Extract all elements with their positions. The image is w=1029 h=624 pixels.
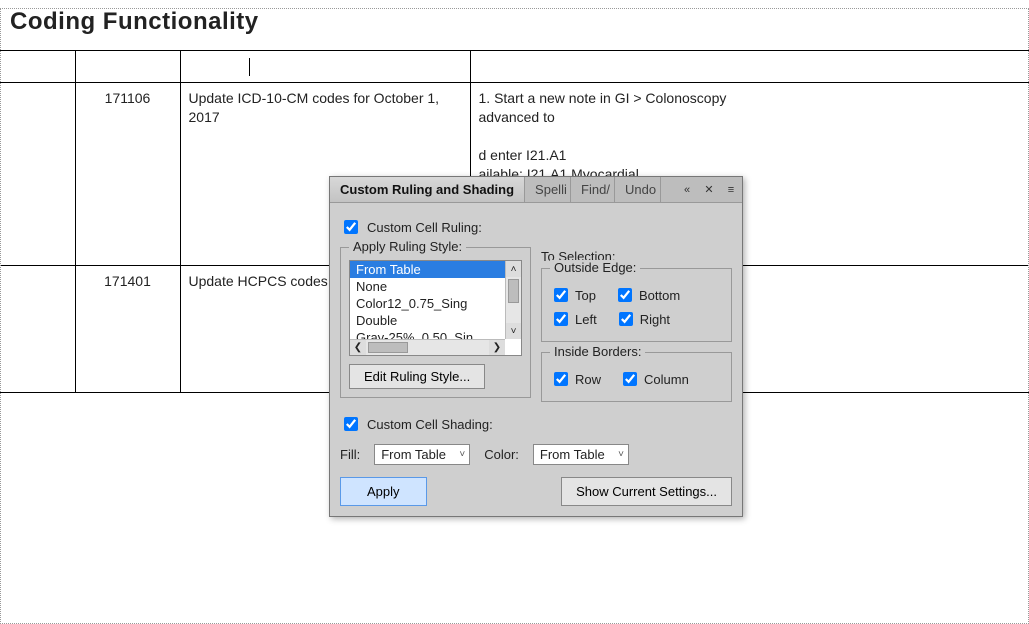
outside-edge-label: Outside Edge: [550,260,640,275]
tab-custom-ruling[interactable]: Custom Ruling and Shading [330,177,525,202]
custom-cell-ruling-check[interactable] [344,220,358,234]
scroll-right-icon[interactable]: ❯ [489,340,505,355]
tab-find[interactable]: Find/ [571,177,615,202]
list-item[interactable]: Double [350,312,521,329]
tab-undo[interactable]: Undo [615,177,661,202]
custom-ruling-shading-dialog: Custom Ruling and Shading Spelli Find/ U… [329,176,743,517]
inside-borders-label: Inside Borders: [550,344,645,359]
row-id: 171106 [75,83,180,266]
custom-cell-shading-checkbox[interactable]: Custom Cell Shading: [340,414,732,434]
custom-cell-ruling-label: Custom Cell Ruling: [367,220,482,235]
apply-button[interactable]: Apply [340,477,427,506]
list-item[interactable]: None [350,278,521,295]
edge-bottom-checkbox[interactable]: Bottom [614,285,680,305]
scroll-down-icon[interactable]: ˅ [506,323,521,339]
color-value: From Table [540,447,605,462]
row-id: 171401 [75,266,180,392]
tab-spelling[interactable]: Spelli [525,177,571,202]
page-title: Coding Functionality [10,8,1029,36]
ruling-style-listbox[interactable]: From Table None Color12_0.75_Sing Double… [349,260,522,356]
edit-ruling-style-button[interactable]: Edit Ruling Style... [349,364,485,389]
scroll-left-icon[interactable]: ❮ [350,340,366,355]
dialog-titlebar: Custom Ruling and Shading Spelli Find/ U… [330,177,742,203]
table-row [0,51,1029,83]
color-select[interactable]: From Table ˅ [533,444,629,465]
text-cursor [249,58,250,76]
edge-top-checkbox[interactable]: Top [550,285,596,305]
custom-cell-ruling-checkbox[interactable]: Custom Cell Ruling: [340,217,732,237]
inside-row-checkbox[interactable]: Row [550,369,601,389]
menu-icon[interactable]: ≡ [720,177,742,202]
close-icon[interactable]: ✕ [698,177,720,202]
inside-column-checkbox[interactable]: Column [619,369,689,389]
edge-left-checkbox[interactable]: Left [550,309,597,329]
list-item[interactable]: From Table [350,261,521,278]
fill-select[interactable]: From Table ˅ [374,444,470,465]
scroll-up-icon[interactable]: ˄ [506,261,521,277]
custom-cell-shading-check[interactable] [344,417,358,431]
collapse-icon[interactable]: « [676,177,698,202]
edge-right-checkbox[interactable]: Right [615,309,670,329]
chevron-down-icon: ˅ [618,449,624,460]
fill-label: Fill: [340,447,360,462]
show-current-settings-button[interactable]: Show Current Settings... [561,477,732,506]
horizontal-scrollbar[interactable]: ❮ ❯ [350,339,505,355]
chevron-down-icon: ˅ [459,449,465,460]
custom-cell-shading-label: Custom Cell Shading: [367,417,493,432]
apply-ruling-style-label: Apply Ruling Style: [349,239,466,254]
scroll-thumb[interactable] [508,279,519,303]
scroll-thumb[interactable] [368,342,408,353]
color-label: Color: [484,447,519,462]
vertical-scrollbar[interactable]: ˄ ˅ [505,261,521,339]
fill-value: From Table [381,447,446,462]
list-item[interactable]: Color12_0.75_Sing [350,295,521,312]
